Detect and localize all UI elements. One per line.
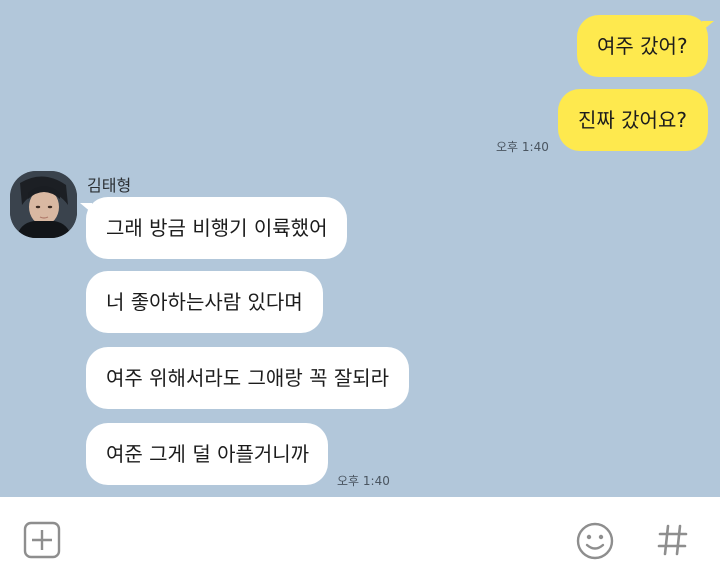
incoming-message[interactable]: 너 좋아하는사람 있다며 xyxy=(86,271,323,333)
outgoing-message[interactable]: 진짜 갔어요? xyxy=(558,89,708,151)
profile-photo xyxy=(10,171,77,238)
incoming-message[interactable]: 여주 위해서라도 그애랑 꼭 잘되라 xyxy=(86,347,409,409)
chat-area[interactable]: 여주 갔어? 진짜 갔어요? 오후 1:40 김태형 그래 방금 비행기 이륙했… xyxy=(0,0,720,497)
emoji-icon[interactable] xyxy=(575,521,615,561)
message-timestamp: 오후 1:40 xyxy=(496,140,549,154)
plus-icon[interactable] xyxy=(23,521,61,559)
input-bar xyxy=(0,497,720,577)
outgoing-message[interactable]: 여주 갔어? xyxy=(577,15,714,77)
message-text: 진짜 갔어요? xyxy=(578,108,687,132)
message-text: 너 좋아하는사람 있다며 xyxy=(106,290,303,314)
message-timestamp: 오후 1:40 xyxy=(337,474,390,488)
message-text: 여주 위해서라도 그애랑 꼭 잘되라 xyxy=(106,366,390,390)
avatar[interactable] xyxy=(10,171,77,238)
incoming-message[interactable]: 여준 그게 덜 아플거니까 xyxy=(86,423,328,485)
hashtag-icon[interactable] xyxy=(656,522,690,558)
incoming-message[interactable]: 그래 방금 비행기 이륙했어 xyxy=(80,197,347,259)
message-text: 여준 그게 덜 아플거니까 xyxy=(106,442,310,466)
sender-name: 김태형 xyxy=(87,176,132,195)
message-text: 여주 갔어? xyxy=(597,34,688,58)
message-text: 그래 방금 비행기 이륙했어 xyxy=(106,216,328,240)
